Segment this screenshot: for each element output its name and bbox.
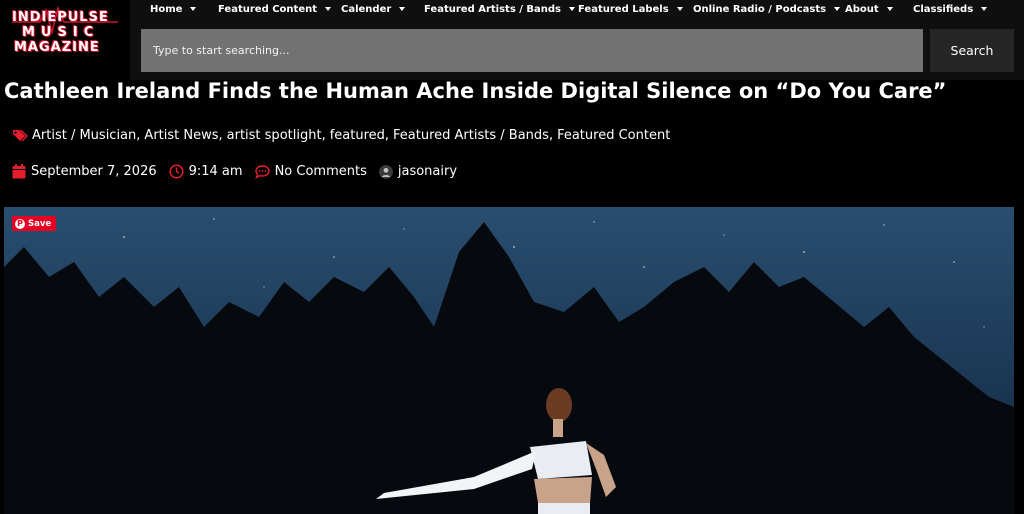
nav-item-online-radio[interactable]: Online Radio / Podcasts — [693, 4, 845, 15]
post-meta: September 7, 2026 9:14 am No Comments ja… — [12, 164, 469, 179]
search-input[interactable] — [141, 29, 923, 72]
main-nav: Home Featured Content Calender Featured … — [150, 0, 993, 18]
nav-item-calender[interactable]: Calender — [341, 4, 424, 15]
chevron-down-icon — [676, 7, 683, 11]
post-date-link[interactable]: September 7, 2026 — [31, 164, 157, 179]
chevron-down-icon — [190, 7, 197, 11]
featured-image — [4, 207, 1014, 514]
post-comments: No Comments — [254, 164, 367, 179]
nav-item-label: Online Radio / Podcasts — [693, 3, 827, 15]
chevron-down-icon — [886, 7, 893, 11]
post-time-link[interactable]: 9:14 am — [189, 164, 243, 179]
logo-line-3: MAGAZINE — [14, 40, 100, 55]
category-link[interactable]: Featured Content — [557, 128, 670, 143]
nav-item-label: About — [845, 3, 879, 15]
comments-link[interactable]: No Comments — [275, 164, 367, 179]
chevron-down-icon — [981, 7, 988, 11]
pinterest-icon: P — [15, 218, 25, 229]
category-link[interactable]: Artist / Musician — [32, 128, 136, 143]
nav-item-label: Featured Content — [218, 3, 317, 15]
chevron-down-icon — [834, 7, 841, 11]
tags-icon — [12, 128, 28, 143]
logo-line-1: INDIEPULSE — [12, 10, 109, 25]
category-separator: , — [218, 128, 223, 143]
nav-item-about[interactable]: About — [845, 4, 913, 15]
category-separator: , — [384, 128, 390, 143]
post-time: 9:14 am — [169, 164, 243, 179]
site-logo[interactable]: INDIEPULSE MUSIC MAGAZINE — [10, 6, 120, 58]
nav-item-label: Home — [150, 3, 183, 15]
nav-item-label: Calender — [341, 3, 392, 15]
category-separator: , — [321, 128, 326, 143]
category-separator: , — [548, 128, 554, 143]
chevron-down-icon — [569, 7, 575, 11]
nav-item-classifieds[interactable]: Classifieds — [913, 4, 993, 15]
article-title: Cathleen Ireland Finds the Human Ache In… — [4, 79, 947, 103]
nav-item-label: Featured Labels — [578, 3, 669, 15]
category-link[interactable]: Featured Artists / Bands — [393, 128, 549, 143]
category-list: Artist / Musician, Artist News, artist s… — [12, 128, 670, 143]
comment-icon — [254, 164, 270, 179]
search-button[interactable]: Search — [930, 29, 1014, 72]
author-link[interactable]: jasonairy — [398, 164, 457, 179]
category-link[interactable]: featured — [330, 128, 385, 143]
clock-icon — [169, 164, 184, 179]
calendar-icon — [12, 164, 26, 179]
category-link[interactable]: artist spotlight — [227, 128, 322, 143]
pinterest-save-button[interactable]: P Save — [12, 216, 57, 231]
category-separator: , — [136, 128, 141, 143]
post-date: September 7, 2026 — [12, 164, 157, 179]
nav-item-featured-artists[interactable]: Featured Artists / Bands — [424, 4, 578, 15]
avatar[interactable] — [378, 164, 393, 179]
nav-item-label: Featured Artists / Bands — [424, 3, 561, 15]
chevron-down-icon — [325, 7, 331, 11]
nav-item-featured-content[interactable]: Featured Content — [218, 4, 341, 15]
logo-line-2: MUSIC — [22, 25, 100, 40]
nav-item-label: Classifieds — [913, 3, 974, 15]
chevron-down-icon — [399, 7, 406, 11]
nav-item-home[interactable]: Home — [150, 4, 218, 15]
nav-item-featured-labels[interactable]: Featured Labels — [578, 4, 693, 15]
save-label: Save — [28, 218, 52, 229]
category-link[interactable]: Artist News — [144, 128, 218, 143]
post-author: jasonairy — [378, 164, 457, 179]
